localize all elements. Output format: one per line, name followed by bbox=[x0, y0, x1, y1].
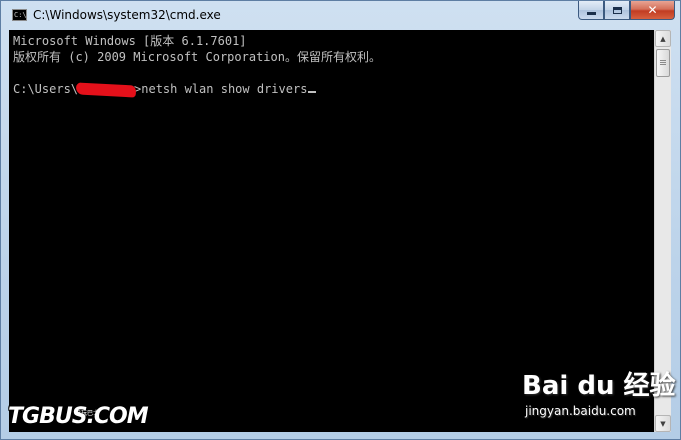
grip-line bbox=[660, 62, 666, 63]
maximize-button[interactable] bbox=[604, 1, 630, 20]
tgbus-watermark-sub: 电玩巴士 bbox=[75, 410, 100, 417]
close-icon: ✕ bbox=[647, 3, 658, 17]
console-prompt-line[interactable]: C:\Users\ >netsh wlan show drivers bbox=[13, 81, 317, 98]
maximize-icon bbox=[612, 6, 622, 14]
scroll-thumb[interactable] bbox=[656, 49, 670, 77]
scroll-up-button[interactable]: ▲ bbox=[655, 30, 671, 47]
window-title: C:\Windows\system32\cmd.exe bbox=[33, 8, 221, 22]
scroll-down-button[interactable]: ▼ bbox=[655, 415, 671, 432]
cmd-icon[interactable]: C:\ bbox=[12, 9, 27, 21]
grip-line bbox=[660, 60, 666, 61]
close-button[interactable]: ✕ bbox=[630, 1, 675, 20]
baidu-watermark: Bai du 经验 bbox=[522, 371, 676, 401]
console-version-line: Microsoft Windows [版本 6.1.7601] bbox=[13, 34, 247, 48]
minimize-button[interactable] bbox=[578, 1, 604, 20]
up-arrow-icon: ▲ bbox=[660, 34, 666, 43]
grip-line bbox=[660, 64, 666, 65]
prompt-command: >netsh wlan show drivers bbox=[134, 82, 308, 96]
console-copyright-line: 版权所有 (c) 2009 Microsoft Corporation。保留所有… bbox=[13, 50, 381, 64]
caption-buttons: ✕ bbox=[578, 1, 675, 21]
down-arrow-icon: ▼ bbox=[660, 419, 666, 428]
redacted-username-mark bbox=[75, 81, 137, 98]
baidu-watermark-url: jingyan.baidu.com bbox=[525, 404, 636, 418]
text-cursor bbox=[308, 91, 317, 93]
prompt-path: C:\Users\ bbox=[13, 82, 79, 96]
minimize-icon bbox=[586, 11, 596, 15]
title-bar[interactable]: C:\ C:\Windows\system32\cmd.exe ✕ bbox=[1, 1, 680, 30]
